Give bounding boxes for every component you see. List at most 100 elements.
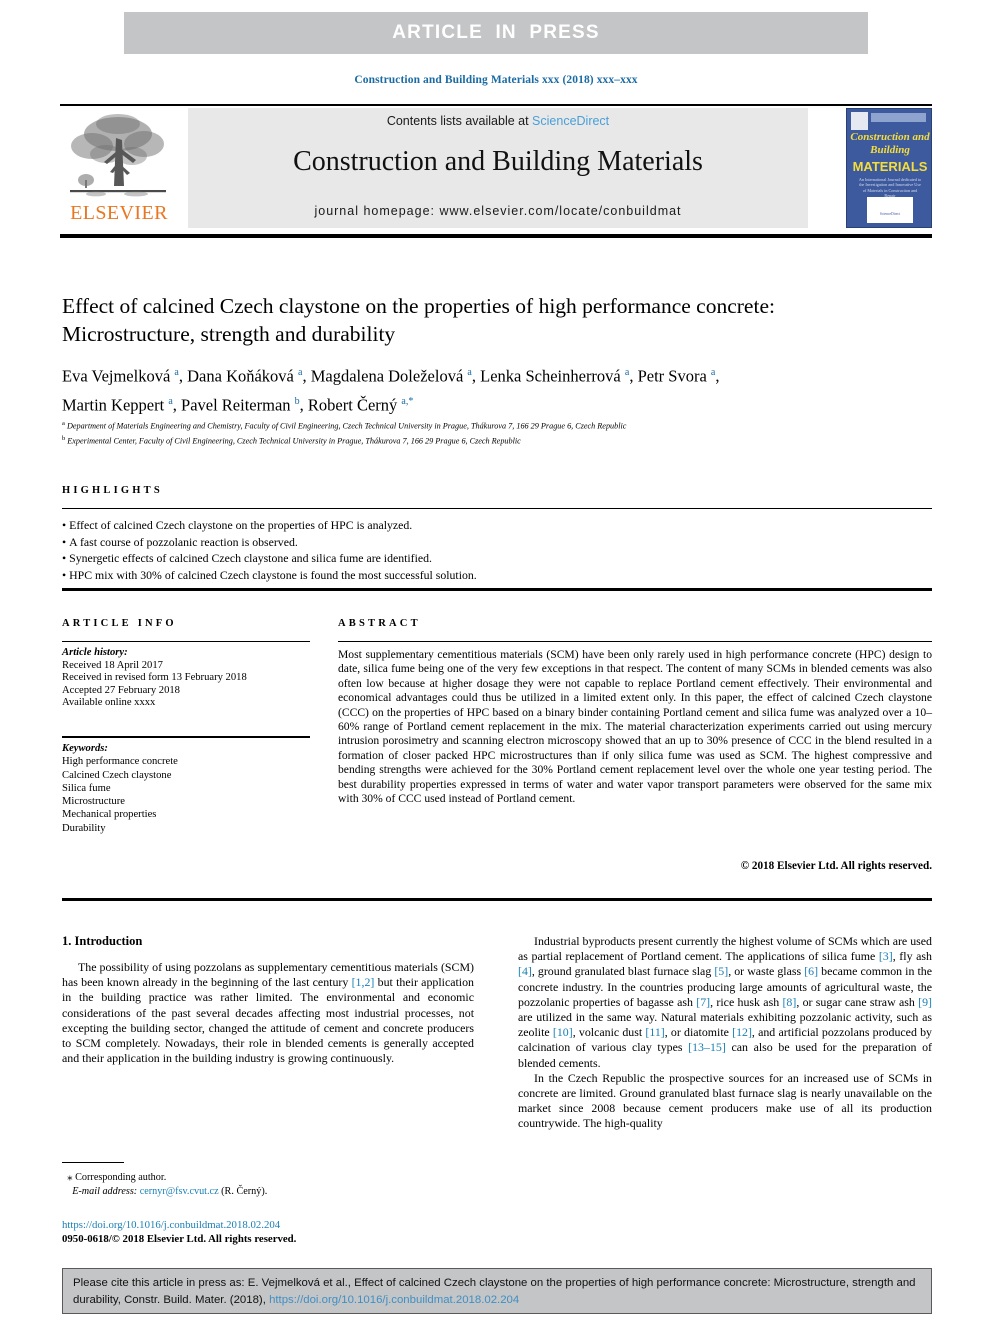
masthead: ELSEVIER Contents lists available at Sci… xyxy=(60,108,932,228)
doi-link[interactable]: https://doi.org/10.1016/j.conbuildmat.20… xyxy=(62,1219,280,1231)
affiliation-b: b Experimental Center, Faculty of Civil … xyxy=(62,434,521,446)
cover-elsevier-mark-icon xyxy=(851,112,868,130)
article-history-item: Accepted 27 February 2018 xyxy=(62,684,180,696)
section-heading-introduction: 1. Introduction xyxy=(62,934,143,948)
highlights-top-rule xyxy=(62,508,932,509)
email-label: E-mail address: xyxy=(72,1186,138,1197)
body-column-right: Industrial byproducts present currently … xyxy=(518,934,932,1132)
keywords-block: Keywords: High performance concrete Calc… xyxy=(62,742,317,835)
article-info-label: ARTICLE INFO xyxy=(62,618,177,629)
elsevier-wordmark: ELSEVIER xyxy=(70,202,168,224)
cover-footer-box: ScienceDirect xyxy=(867,197,913,223)
affiliations: a Department of Materials Engineering an… xyxy=(62,418,942,447)
cover-footer-label: ScienceDirect xyxy=(879,212,901,216)
highlight-text: Effect of calcined Czech claystone on th… xyxy=(69,518,413,532)
article-in-press-label: ARTICLE IN PRESS xyxy=(392,22,600,43)
abstract-body: Most supplementary cementitious material… xyxy=(338,648,932,806)
affiliation-a: a Department of Materials Engineering an… xyxy=(62,420,627,431)
keyword-item: High performance concrete xyxy=(62,756,178,768)
cite-doi-link[interactable]: https://doi.org/10.1016/j.conbuildmat.20… xyxy=(269,1294,519,1306)
elsevier-logo: ELSEVIER xyxy=(60,108,178,228)
article-history-item: Available online xxxx xyxy=(62,697,156,709)
paragraph: The possibility of using pozzolans as su… xyxy=(62,960,475,1066)
citation-ref[interactable]: [9] xyxy=(918,995,932,1009)
article-history-item: Received in revised form 13 February 201… xyxy=(62,672,247,684)
author-line-2: Martin Keppert a, Pavel Reiterman b, Rob… xyxy=(62,395,414,414)
corresponding-author-text: Corresponding author. xyxy=(75,1172,167,1183)
highlights-bottom-rule xyxy=(62,588,932,591)
footnote-block: ⁎ Corresponding author. E-mail address: … xyxy=(62,1170,474,1199)
article-history-label: Article history: xyxy=(62,647,128,658)
masthead-bottom-rule xyxy=(60,234,932,238)
citation-ref[interactable]: [7] xyxy=(696,995,710,1009)
article-history-block: Article history: Received 18 April 2017 … xyxy=(62,647,317,710)
citation-ref[interactable]: [10] xyxy=(553,1025,573,1039)
contents-lists-line: Contents lists available at ScienceDirec… xyxy=(188,114,808,128)
page-title: Effect of calcined Czech claystone on th… xyxy=(62,294,775,346)
cite-text: Please cite this article in press as: E.… xyxy=(73,1275,925,1309)
email-link[interactable]: cernyr@fsv.cvut.cz xyxy=(140,1186,219,1197)
citation-ref[interactable]: [11] xyxy=(645,1025,664,1039)
journal-homepage-line[interactable]: journal homepage: www.elsevier.com/locat… xyxy=(188,204,808,218)
citation-ref[interactable]: [3] xyxy=(879,949,893,963)
cover-top-band xyxy=(871,113,926,122)
list-item: • HPC mix with 30% of calcined Czech clay… xyxy=(62,567,932,584)
journal-reference-line: Construction and Building Materials xxx … xyxy=(354,74,638,86)
body-column-left: The possibility of using pozzolans as su… xyxy=(62,960,474,1066)
author-list: Eva Vejmelková a, Dana Koňáková a, Magda… xyxy=(62,360,892,417)
sciencedirect-link[interactable]: ScienceDirect xyxy=(532,114,609,128)
cover-title-line1: Construction and Building xyxy=(850,131,930,156)
journal-title: Construction and Building Materials xyxy=(293,146,703,177)
keywords-label: Keywords: xyxy=(62,743,108,754)
citation-ref[interactable]: [13–15] xyxy=(688,1040,726,1054)
citation-ref[interactable]: [6] xyxy=(804,964,818,978)
highlights-list: • Effect of calcined Czech claystone on t… xyxy=(62,517,932,583)
keyword-item: Mechanical properties xyxy=(62,809,157,821)
journal-cover-thumbnail: Construction and Building MATERIALS An I… xyxy=(846,108,932,228)
keyword-item: Microstructure xyxy=(62,796,125,808)
abstract-rule xyxy=(338,641,932,642)
paragraph: Industrial byproducts present currently … xyxy=(518,934,932,1070)
keywords-rule xyxy=(62,736,310,738)
corresponding-author-note: ⁎ Corresponding author. xyxy=(62,1170,474,1185)
abstract-copyright: © 2018 Elsevier Ltd. All rights reserved… xyxy=(740,860,932,872)
cover-blurb: An International Journal dedicated to th… xyxy=(858,177,922,199)
highlight-text: A fast course of pozzolanic reaction is … xyxy=(69,534,298,549)
list-item: • Synergetic effects of calcined Czech cl… xyxy=(62,550,932,567)
article-in-press-banner: ARTICLE IN PRESS xyxy=(124,12,868,54)
highlight-text: Synergetic effects of calcined Czech cla… xyxy=(69,551,432,565)
citation-ref[interactable]: [1,2] xyxy=(352,975,375,989)
issn-copyright-line: 0950-0618/© 2018 Elsevier Ltd. All right… xyxy=(62,1233,297,1245)
asterisk-icon: ⁎ xyxy=(67,1171,73,1183)
affiliation-a-text: Department of Materials Engineering and … xyxy=(66,421,627,431)
masthead-top-rule xyxy=(60,104,932,106)
bullet-icon: • xyxy=(62,534,67,549)
citation-ref[interactable]: [12] xyxy=(732,1025,752,1039)
article-history-item: Received 18 April 2017 xyxy=(62,659,163,671)
keyword-item: Silica fume xyxy=(62,782,111,794)
article-info-rule xyxy=(62,641,310,642)
email-note: E-mail address: cernyr@fsv.cvut.cz (R. Č… xyxy=(62,1185,474,1199)
keyword-item: Durability xyxy=(62,822,106,834)
citation-ref[interactable]: [5] xyxy=(714,964,728,978)
list-item: • Effect of calcined Czech claystone on t… xyxy=(62,517,932,534)
cite-this-article-box: Please cite this article in press as: E.… xyxy=(62,1268,932,1314)
affiliation-b-text: Experimental Center, Faculty of Civil En… xyxy=(67,436,521,446)
email-owner: (R. Černý). xyxy=(221,1186,268,1197)
highlights-label: HIGHLIGHTS xyxy=(62,485,163,496)
abstract-label: ABSTRACT xyxy=(338,618,421,629)
bullet-icon: • xyxy=(62,567,67,582)
footnote-rule xyxy=(62,1162,124,1164)
contents-prefix: Contents lists available at xyxy=(386,114,533,128)
highlight-text: HPC mix with 30% of calcined Czech clays… xyxy=(69,567,477,582)
keyword-item: Calcined Czech claystone xyxy=(62,769,172,781)
citation-ref[interactable]: [4] xyxy=(518,964,532,978)
paragraph: In the Czech Republic the prospective so… xyxy=(518,1070,932,1131)
elsevier-tree-icon xyxy=(70,114,166,197)
bullet-icon: • xyxy=(62,518,67,532)
masthead-center-panel: Contents lists available at ScienceDirec… xyxy=(188,108,808,228)
bullet-icon: • xyxy=(62,551,67,565)
list-item: • A fast course of pozzolanic reaction is… xyxy=(62,534,932,551)
abstract-bottom-rule xyxy=(62,898,932,901)
citation-ref[interactable]: [8] xyxy=(782,995,796,1009)
